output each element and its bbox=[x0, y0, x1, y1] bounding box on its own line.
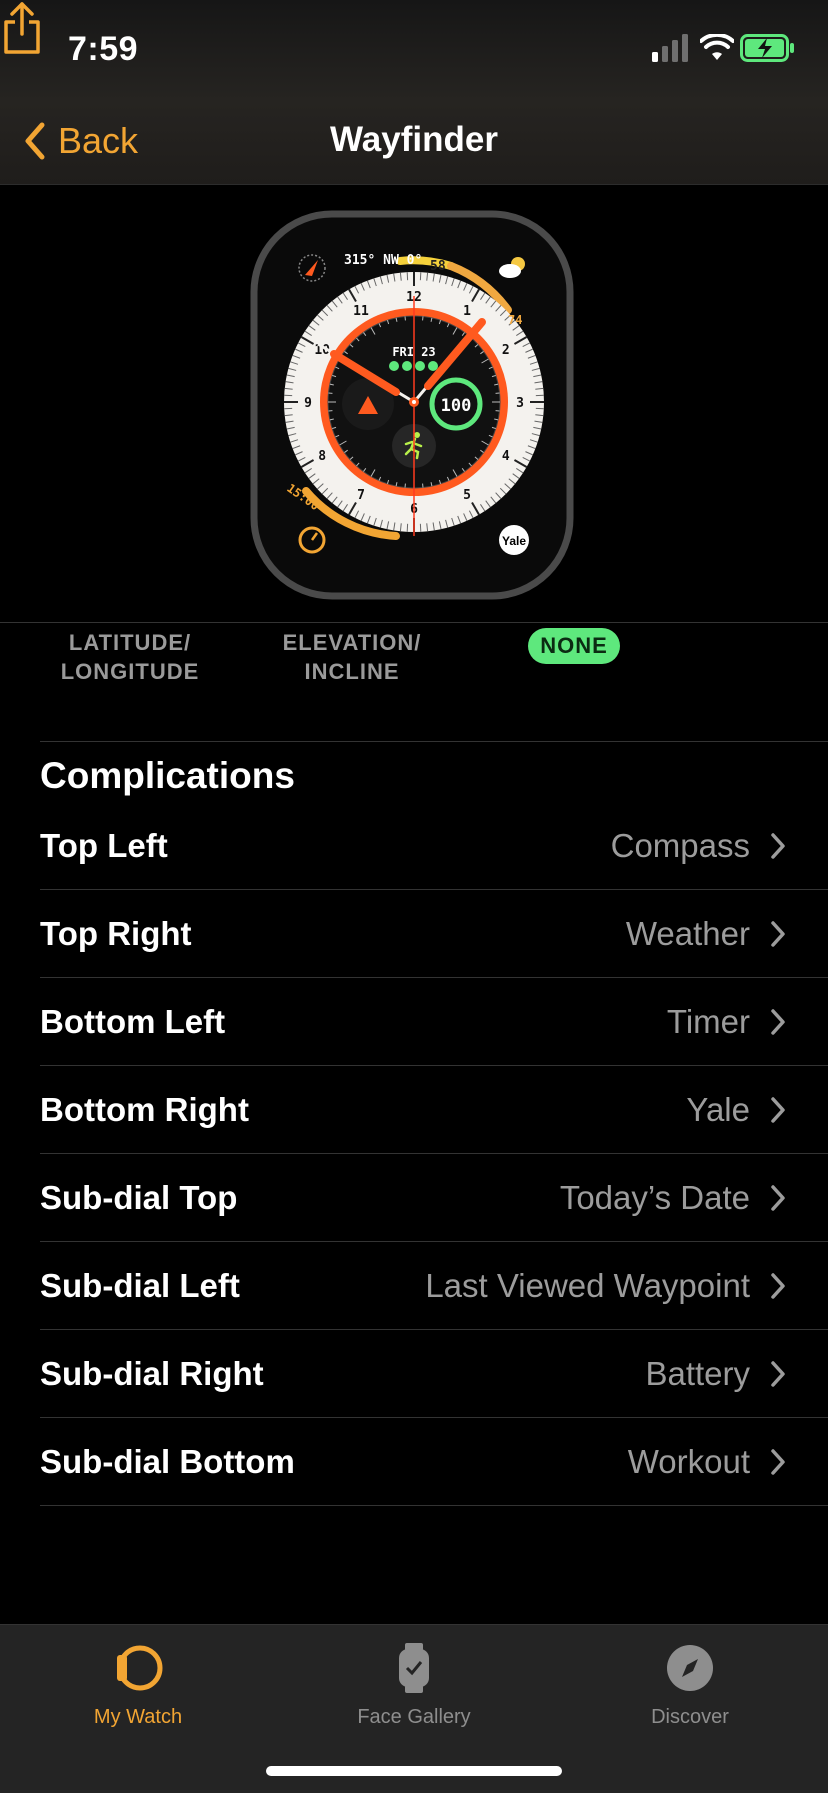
chevron-right-icon bbox=[770, 1008, 786, 1036]
tab-face-gallery[interactable]: Face Gallery bbox=[314, 1641, 514, 1729]
tab-face-gallery-label: Face Gallery bbox=[314, 1706, 514, 1729]
chevron-right-icon bbox=[770, 1272, 786, 1300]
navigation-header: 7:59 Back Wayfinder bbox=[0, 0, 828, 185]
yale-complication[interactable]: Yale bbox=[499, 525, 529, 555]
complication-value: Timer bbox=[667, 978, 750, 1066]
complication-label: Top Right bbox=[40, 890, 192, 978]
status-time: 7:59 bbox=[68, 30, 138, 69]
compass-bezel-text: 315° NW 0° bbox=[344, 253, 422, 268]
hour-number: 3 bbox=[516, 396, 524, 411]
chevron-right-icon bbox=[770, 832, 786, 860]
section-divider bbox=[40, 741, 828, 742]
weather-high: 74 bbox=[508, 313, 522, 327]
tab-my-watch[interactable]: My Watch bbox=[38, 1641, 238, 1729]
hour-number: 5 bbox=[463, 488, 471, 503]
chevron-right-icon bbox=[770, 1184, 786, 1212]
battery-charging-icon bbox=[740, 34, 796, 62]
complication-value: Last Viewed Waypoint bbox=[425, 1242, 750, 1330]
complication-row[interactable]: Sub-dial Left Last Viewed Waypoint bbox=[40, 1242, 828, 1330]
complication-label: Top Left bbox=[40, 802, 168, 890]
share-icon[interactable] bbox=[0, 0, 44, 56]
tab-my-watch-label: My Watch bbox=[38, 1706, 238, 1729]
tab-discover[interactable]: Discover bbox=[590, 1641, 790, 1729]
tab-latitude-longitude[interactable]: LATITUDE/ LONGITUDE bbox=[40, 628, 220, 686]
wifi-icon bbox=[700, 34, 734, 62]
complication-label: Bottom Left bbox=[40, 978, 225, 1066]
complication-label: Sub-dial Right bbox=[40, 1330, 264, 1418]
hour-number: 8 bbox=[318, 449, 326, 464]
tab-elevation-incline[interactable]: ELEVATION/ INCLINE bbox=[262, 628, 442, 686]
complication-row[interactable]: Bottom Right Yale bbox=[40, 1066, 828, 1154]
home-indicator bbox=[266, 1766, 562, 1776]
tabs-divider bbox=[0, 622, 828, 623]
battery-value: 100 bbox=[441, 396, 472, 416]
complication-value: Battery bbox=[645, 1330, 750, 1418]
complication-value: Yale bbox=[686, 1066, 750, 1154]
chevron-right-icon bbox=[770, 1360, 786, 1388]
yale-text: Yale bbox=[502, 534, 526, 548]
complication-row[interactable]: Sub-dial Right Battery bbox=[40, 1330, 828, 1418]
complication-row[interactable]: Top Left Compass bbox=[40, 802, 828, 890]
battery-subdial: 100 bbox=[432, 380, 480, 428]
face-gallery-icon bbox=[389, 1641, 439, 1695]
complication-row[interactable]: Top Right Weather bbox=[40, 890, 828, 978]
page-title: Wayfinder bbox=[0, 120, 828, 160]
complication-value: Workout bbox=[628, 1418, 750, 1506]
hour-number: 9 bbox=[304, 396, 312, 411]
complication-value: Weather bbox=[626, 890, 750, 978]
complication-label: Bottom Right bbox=[40, 1066, 249, 1154]
cellular-signal-icon bbox=[650, 34, 690, 62]
hour-number: 11 bbox=[353, 304, 369, 319]
discover-icon bbox=[665, 1641, 715, 1695]
chevron-right-icon bbox=[770, 920, 786, 948]
complication-row[interactable]: Bottom Left Timer bbox=[40, 978, 828, 1066]
complication-label: Sub-dial Left bbox=[40, 1242, 240, 1330]
chevron-right-icon bbox=[770, 1096, 786, 1124]
complication-row[interactable]: Sub-dial Top Today’s Date bbox=[40, 1154, 828, 1242]
complication-label: Sub-dial Top bbox=[40, 1154, 237, 1242]
my-watch-icon bbox=[113, 1641, 163, 1695]
tab-discover-label: Discover bbox=[590, 1706, 790, 1729]
hour-number: 7 bbox=[357, 488, 365, 503]
chevron-right-icon bbox=[770, 1448, 786, 1476]
tab-none[interactable]: NONE bbox=[528, 628, 620, 664]
watch-face-preview[interactable]: Yale 315° NW 0° 58 74 15:00 121234567891… bbox=[246, 206, 586, 606]
complication-value: Today’s Date bbox=[560, 1154, 750, 1242]
hour-number: 4 bbox=[502, 449, 510, 464]
row-divider bbox=[40, 1505, 828, 1506]
complication-value: Compass bbox=[611, 802, 750, 890]
complication-label: Sub-dial Bottom bbox=[40, 1418, 295, 1506]
complication-row[interactable]: Sub-dial Bottom Workout bbox=[40, 1418, 828, 1506]
hour-number: 2 bbox=[502, 343, 510, 358]
complications-title: Complications bbox=[40, 755, 295, 797]
weather-temp: 58 bbox=[430, 259, 446, 274]
hour-number: 1 bbox=[463, 304, 471, 319]
